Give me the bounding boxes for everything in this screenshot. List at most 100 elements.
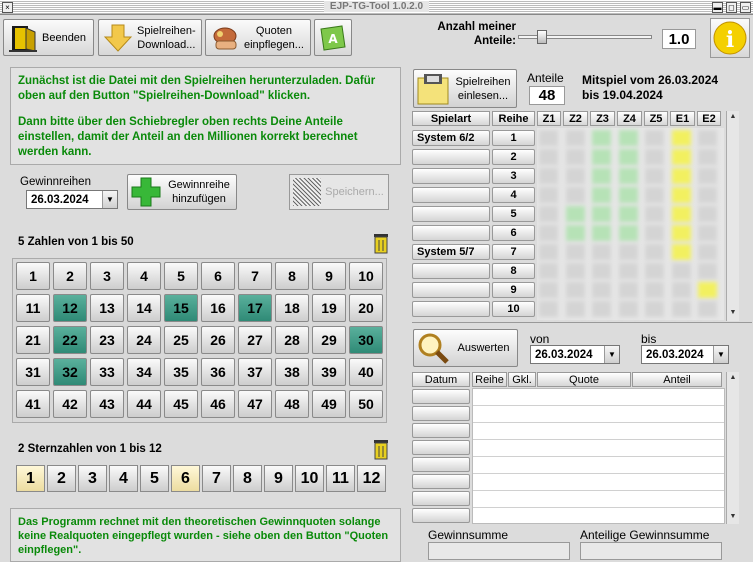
number-30[interactable]: 30 bbox=[349, 326, 383, 354]
rows-header-reihe[interactable]: Reihe bbox=[492, 111, 535, 126]
number-39[interactable]: 39 bbox=[312, 358, 346, 386]
results-row-5[interactable] bbox=[412, 457, 470, 472]
results-scrollbar[interactable]: ▲ ▼ bbox=[726, 372, 739, 524]
clear-numbers-button[interactable] bbox=[372, 232, 390, 254]
results-header-datum[interactable]: Datum bbox=[412, 372, 470, 387]
results-row-7[interactable] bbox=[412, 491, 470, 506]
number-42[interactable]: 42 bbox=[53, 390, 87, 418]
star-1[interactable]: 1 bbox=[16, 465, 45, 492]
number-38[interactable]: 38 bbox=[275, 358, 309, 386]
rows-header-e1[interactable]: E1 bbox=[670, 111, 695, 126]
number-2[interactable]: 2 bbox=[53, 262, 87, 290]
number-41[interactable]: 41 bbox=[16, 390, 50, 418]
row-number-6[interactable]: 6 bbox=[492, 225, 535, 241]
number-26[interactable]: 26 bbox=[201, 326, 235, 354]
star-12[interactable]: 12 bbox=[357, 465, 386, 492]
number-21[interactable]: 21 bbox=[16, 326, 50, 354]
enter-quotes-button[interactable]: Quoten einpflegen... bbox=[205, 19, 311, 56]
row-type-9[interactable] bbox=[412, 282, 490, 298]
load-rows-button[interactable]: Spielreihen einlesen... bbox=[413, 69, 517, 108]
number-29[interactable]: 29 bbox=[312, 326, 346, 354]
row-number-7[interactable]: 7 bbox=[492, 244, 535, 260]
star-4[interactable]: 4 bbox=[109, 465, 138, 492]
row-type-10[interactable] bbox=[412, 301, 490, 317]
star-5[interactable]: 5 bbox=[140, 465, 169, 492]
number-18[interactable]: 18 bbox=[275, 294, 309, 322]
from-date-select[interactable]: 26.03.2024 ▼ bbox=[530, 345, 620, 364]
number-14[interactable]: 14 bbox=[127, 294, 161, 322]
row-type-1[interactable]: System 6/2 bbox=[412, 130, 490, 146]
row-type-2[interactable] bbox=[412, 149, 490, 165]
rows-header-z5[interactable]: Z5 bbox=[644, 111, 668, 126]
number-24[interactable]: 24 bbox=[127, 326, 161, 354]
number-45[interactable]: 45 bbox=[164, 390, 198, 418]
number-36[interactable]: 36 bbox=[201, 358, 235, 386]
download-button[interactable]: Spielreihen- Download... bbox=[98, 19, 202, 56]
results-row-3[interactable] bbox=[412, 423, 470, 438]
row-number-2[interactable]: 2 bbox=[492, 149, 535, 165]
row-number-10[interactable]: 10 bbox=[492, 301, 535, 317]
number-15[interactable]: 15 bbox=[164, 294, 198, 322]
number-27[interactable]: 27 bbox=[238, 326, 272, 354]
save-button[interactable]: Speichern... bbox=[289, 174, 389, 210]
results-header-anteil[interactable]: Anteil bbox=[632, 372, 722, 387]
number-13[interactable]: 13 bbox=[90, 294, 124, 322]
results-row-6[interactable] bbox=[412, 474, 470, 489]
results-row-1[interactable] bbox=[412, 389, 470, 404]
star-7[interactable]: 7 bbox=[202, 465, 231, 492]
number-12[interactable]: 12 bbox=[53, 294, 87, 322]
row-number-8[interactable]: 8 bbox=[492, 263, 535, 279]
star-3[interactable]: 3 bbox=[78, 465, 107, 492]
row-number-5[interactable]: 5 bbox=[492, 206, 535, 222]
number-46[interactable]: 46 bbox=[201, 390, 235, 418]
minimize-box-icon[interactable]: ▬ bbox=[712, 2, 723, 13]
row-number-9[interactable]: 9 bbox=[492, 282, 535, 298]
row-type-4[interactable] bbox=[412, 187, 490, 203]
arrow-up-icon[interactable]: ▲ bbox=[727, 111, 739, 123]
results-header-gkl[interactable]: Gkl. bbox=[508, 372, 536, 387]
number-4[interactable]: 4 bbox=[127, 262, 161, 290]
number-23[interactable]: 23 bbox=[90, 326, 124, 354]
results-row-8[interactable] bbox=[412, 508, 470, 523]
number-50[interactable]: 50 bbox=[349, 390, 383, 418]
shares-slider[interactable] bbox=[518, 30, 652, 44]
collapse-box-icon[interactable]: ▭ bbox=[740, 2, 751, 13]
number-33[interactable]: 33 bbox=[90, 358, 124, 386]
star-10[interactable]: 10 bbox=[295, 465, 324, 492]
star-9[interactable]: 9 bbox=[264, 465, 293, 492]
export-sheet-button[interactable]: A bbox=[314, 19, 352, 56]
number-1[interactable]: 1 bbox=[16, 262, 50, 290]
row-type-7[interactable]: System 5/7 bbox=[412, 244, 490, 260]
winning-date-select[interactable]: 26.03.2024 ▼ bbox=[26, 190, 118, 209]
star-11[interactable]: 11 bbox=[326, 465, 355, 492]
number-31[interactable]: 31 bbox=[16, 358, 50, 386]
number-20[interactable]: 20 bbox=[349, 294, 383, 322]
number-7[interactable]: 7 bbox=[238, 262, 272, 290]
star-8[interactable]: 8 bbox=[233, 465, 262, 492]
row-type-3[interactable] bbox=[412, 168, 490, 184]
row-type-5[interactable] bbox=[412, 206, 490, 222]
number-19[interactable]: 19 bbox=[312, 294, 346, 322]
zoom-box-icon[interactable]: ◻ bbox=[726, 2, 737, 13]
number-9[interactable]: 9 bbox=[312, 262, 346, 290]
shares-slider-thumb[interactable] bbox=[536, 30, 547, 44]
clear-stars-button[interactable] bbox=[372, 438, 390, 460]
rows-header-spielart[interactable]: Spielart bbox=[412, 111, 490, 126]
rows-scrollbar[interactable]: ▲ ▼ bbox=[726, 111, 739, 321]
results-row-2[interactable] bbox=[412, 406, 470, 421]
number-34[interactable]: 34 bbox=[127, 358, 161, 386]
number-49[interactable]: 49 bbox=[312, 390, 346, 418]
star-6[interactable]: 6 bbox=[171, 465, 200, 492]
to-date-select[interactable]: 26.03.2024 ▼ bbox=[641, 345, 729, 364]
rows-header-z2[interactable]: Z2 bbox=[563, 111, 588, 126]
number-28[interactable]: 28 bbox=[275, 326, 309, 354]
arrow-down-icon[interactable]: ▼ bbox=[727, 307, 739, 319]
number-32[interactable]: 32 bbox=[53, 358, 87, 386]
number-5[interactable]: 5 bbox=[164, 262, 198, 290]
add-winning-row-button[interactable]: Gewinnreihe hinzufügen bbox=[127, 174, 237, 210]
arrow-down-icon[interactable]: ▼ bbox=[727, 511, 739, 523]
rows-header-z3[interactable]: Z3 bbox=[590, 111, 615, 126]
number-44[interactable]: 44 bbox=[127, 390, 161, 418]
number-10[interactable]: 10 bbox=[349, 262, 383, 290]
number-8[interactable]: 8 bbox=[275, 262, 309, 290]
